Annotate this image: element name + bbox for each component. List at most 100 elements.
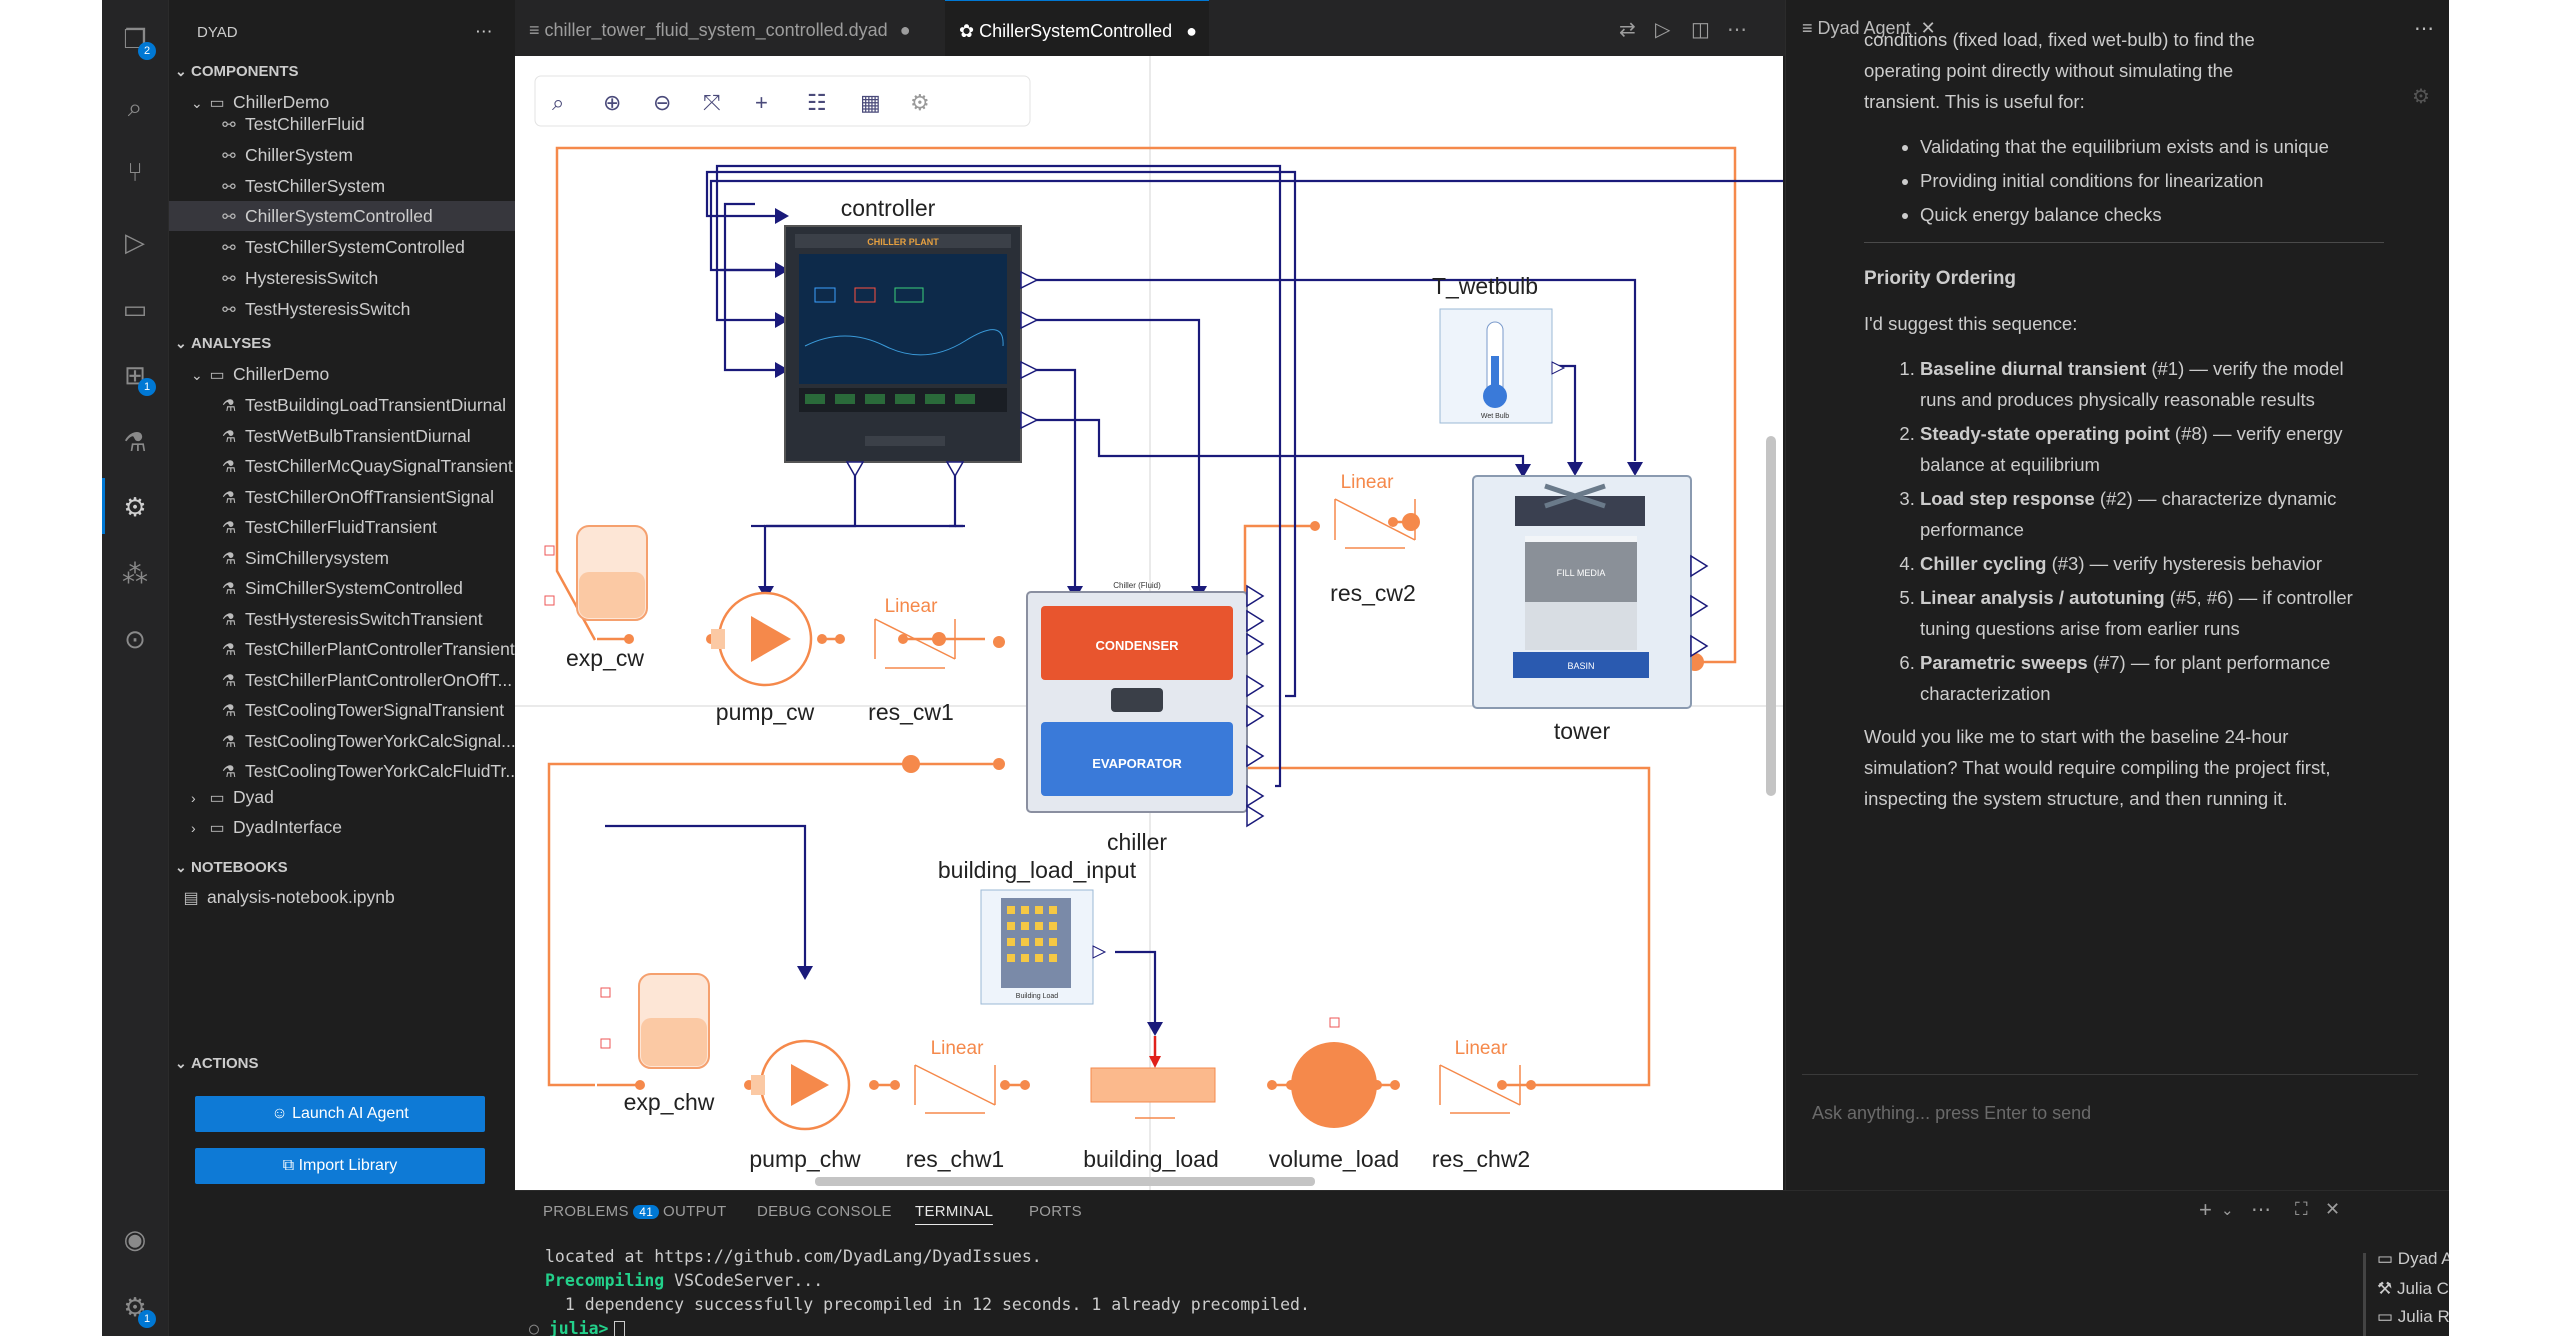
split-editor-icon[interactable]: ◫ — [1677, 0, 1710, 56]
maximize-icon[interactable]: ⛶ — [2295, 1199, 2308, 1220]
account-icon[interactable]: ◉ — [118, 1222, 152, 1256]
res-chw2-block[interactable]: Linear res_chw2 — [1432, 1038, 1530, 1172]
launch-ai-agent-button[interactable]: ☺ Launch AI Agent — [195, 1096, 485, 1132]
terminal-item-dyad[interactable]: ▭ Dyad Auto-C...✓ — [2377, 1249, 2449, 1269]
tree-item-analysis[interactable]: ⚗ TestWetBulbTransientDiurnal — [219, 421, 565, 451]
tree-item-testchillerfluid[interactable]: ⚯ TestChillerFluid — [219, 109, 565, 139]
actions-section-header[interactable]: ⌄ ACTIONS — [175, 1048, 521, 1078]
terminal-prompt-line[interactable]: ○ julia> — [529, 1319, 626, 1336]
add-icon[interactable]: + — [755, 90, 768, 115]
compare-icon[interactable]: ⇄ — [1605, 0, 1636, 56]
tree-item-analysis[interactable]: ⚗ TestCoolingTowerSignalTransient — [219, 695, 565, 725]
list-item: Parametric sweeps (#7) — for plant perfo… — [1920, 647, 2384, 709]
tab-output[interactable]: OUTPUT — [663, 1203, 726, 1220]
controller-block[interactable]: controller CHILLER PLANT — [784, 195, 1039, 478]
diagram-canvas[interactable]: ⌕ ⊕ ⊖ ⤧ + ☷ ▦ ⚙ controller CHILLER PLANT… — [515, 56, 1903, 1190]
terminal-line: 1 dependency successfully precompiled in… — [545, 1295, 1310, 1314]
tree-item-dyadinterface[interactable]: › ▭ DyadInterface — [191, 812, 537, 842]
tab-ports[interactable]: PORTS — [1029, 1203, 1082, 1220]
tab-dyad-file[interactable]: ≡ chiller_tower_fluid_system_controlled.… — [515, 0, 929, 56]
volume-load-block[interactable]: volume_load — [1269, 1017, 1399, 1172]
dyad-icon[interactable]: ⚙ — [118, 490, 152, 524]
source-control-icon[interactable]: ⑂ — [118, 155, 152, 189]
tree-item-testchillersystem[interactable]: ⚯ TestChillerSystem — [219, 171, 565, 201]
t-wetbulb-block[interactable]: T_wetbulb Wet Bulb — [1432, 273, 1566, 424]
tree-item-analysis[interactable]: ⚗ TestHysteresisSwitchTransient — [219, 604, 565, 634]
prompt-marker-icon: ○ — [529, 1319, 549, 1336]
tree-item-analyses-chillerdemo[interactable]: ⌄ ▭ ChillerDemo — [191, 359, 537, 389]
tree-item-hysteresisswitch[interactable]: ⚯ HysteresisSwitch — [219, 263, 565, 293]
chat-input[interactable]: Ask anything... press Enter to send — [1802, 1096, 2418, 1130]
tree-item-analysis[interactable]: ⚗ SimChillerysystem — [219, 543, 565, 573]
analyses-section-header[interactable]: ⌄ ANALYSES — [175, 328, 521, 358]
pump-cw-block[interactable]: pump_cw — [711, 591, 815, 725]
extensions-icon[interactable]: ⊞ 1 — [118, 358, 156, 396]
notebooks-section-header[interactable]: ⌄ NOTEBOOKS — [175, 852, 521, 882]
close-panel-icon[interactable]: ✕ — [2325, 1199, 2340, 1220]
run-icon[interactable]: ▷ — [1641, 0, 1670, 56]
tree-item-analysis[interactable]: ⚗ TestChillerPlantControllerTransient — [219, 634, 565, 664]
tree-item-analysis[interactable]: ⚗ SimChillerSystemControlled — [219, 573, 565, 603]
explorer-icon[interactable]: ❐ 2 — [118, 22, 156, 60]
chat-intro: conditions (fixed load, fixed wet-bulb) … — [1864, 24, 2384, 117]
editor-tabs: ≡ chiller_tower_fluid_system_controlled.… — [515, 0, 1785, 57]
tree-item-analysis[interactable]: ⚗ TestCoolingTowerYorkCalcSignal... — [219, 726, 565, 756]
tab-problems[interactable]: PROBLEMS 41 — [543, 1203, 660, 1220]
tree-item-testhysteresisswitch[interactable]: ⚯ TestHysteresisSwitch — [219, 294, 565, 324]
tree-item-chillersystemcontrolled[interactable]: ⚯ ChillerSystemControlled — [169, 201, 515, 231]
editor-more-icon[interactable]: ⋯ — [1713, 0, 1747, 56]
res-cw1-block[interactable]: Linear res_cw1 — [868, 596, 956, 725]
settings-sliders-icon[interactable]: ☷ — [807, 90, 827, 115]
agent-panel: ≡ Dyad Agent ✕ ⋯ ⚙ conditions (fixed load… — [1785, 0, 2449, 1190]
fit-view-icon[interactable]: ⤧ — [703, 90, 721, 115]
agent-settings-gear-icon[interactable]: ⚙ — [2412, 84, 2430, 109]
terminal-item-julia-repl[interactable]: ▭ Julia REPL (v1.11... — [2377, 1307, 2449, 1327]
tower-block[interactable]: FILL MEDIA BASIN tower — [1472, 475, 1709, 744]
new-terminal-icon[interactable]: + — [2199, 1197, 2212, 1223]
julia-icon[interactable]: ⊙ — [118, 622, 152, 656]
run-debug-icon[interactable]: ▷ — [118, 225, 152, 259]
tree-item-analysis[interactable]: ⚗ TestChillerFluidTransient — [219, 512, 565, 542]
notebook-item[interactable]: ▤ analysis-notebook.ipynb — [181, 882, 527, 912]
agent-more-icon[interactable]: ⋯ — [2414, 16, 2434, 41]
components-icon[interactable]: ⁂ — [118, 557, 152, 591]
building-load-block[interactable]: building_load — [1083, 1067, 1219, 1172]
chiller-block[interactable]: Chiller (Fluid) CONDENSER EVAPORATOR chi… — [1026, 581, 1265, 855]
import-library-button[interactable]: ⧉ Import Library — [195, 1148, 485, 1184]
tree-item-dyad[interactable]: › ▭ Dyad — [191, 782, 537, 812]
horizontal-scrollbar[interactable] — [815, 1177, 1315, 1186]
tree-item-analysis[interactable]: ⚗ TestChillerPlantControllerOnOffT... — [219, 665, 565, 695]
chevron-down-icon[interactable]: ⌄ — [2221, 1201, 2234, 1219]
exp-chw-block[interactable]: exp_chw — [600, 973, 715, 1115]
vertical-scrollbar[interactable] — [1766, 436, 1776, 796]
testing-icon[interactable]: ⚗ — [118, 425, 152, 459]
remote-explorer-icon[interactable]: ▭ — [118, 292, 152, 326]
zoom-out-icon[interactable]: ⊖ — [653, 90, 671, 115]
bug-icon[interactable]: ⚙ — [910, 90, 930, 115]
tab-terminal[interactable]: TERMINAL — [915, 1203, 994, 1225]
tree-item-analysis[interactable]: ⚗ TestChillerOnOffTransientSignal — [219, 482, 565, 512]
layout-icon[interactable]: ▦ — [860, 90, 881, 115]
panel-more-icon[interactable]: ⋯ — [2251, 1197, 2271, 1222]
sidebar-more-icon[interactable]: ⋯ — [475, 16, 505, 46]
search-icon[interactable]: ⌕ — [118, 90, 152, 124]
chevron-down-icon: ⌄ — [175, 335, 187, 351]
res-chw1-block[interactable]: Linear res_chw1 — [906, 1038, 1004, 1172]
zoom-in-icon[interactable]: ⊕ — [603, 90, 621, 115]
terminal-item-label: Julia REPL (v1.11... — [2397, 1307, 2449, 1326]
pump-chw-block[interactable]: pump_chw — [749, 1039, 861, 1172]
exp-cw-block[interactable]: exp_cw — [544, 525, 648, 671]
tree-item-analysis[interactable]: ⚗ TestChillerMcQuaySignalTransient — [219, 451, 565, 481]
components-section-header[interactable]: ⌄ COMPONENTS — [175, 56, 521, 86]
chevron-right-icon: › — [191, 820, 196, 836]
manage-gear-icon[interactable]: ⚙ 1 — [118, 1290, 156, 1328]
building-load-input-block[interactable]: building_load_input Building Load — [938, 857, 1137, 1005]
tree-item-chillersystem[interactable]: ⚯ ChillerSystem — [219, 140, 565, 170]
tab-chillersystemcontrolled[interactable]: ✿ ChillerSystemControlled ● — [945, 0, 1209, 57]
tree-item-analysis[interactable]: ⚗ TestBuildingLoadTransientDiurnal — [219, 390, 565, 420]
terminal-item-julia-commands[interactable]: ⚒ Julia Commands — [2377, 1279, 2449, 1299]
search-icon[interactable]: ⌕ — [552, 90, 564, 115]
tab-debug-console[interactable]: DEBUG CONSOLE — [757, 1203, 892, 1220]
tree-item-testchillersystemcontrolled[interactable]: ⚯ TestChillerSystemControlled — [219, 232, 565, 262]
res-cw2-block[interactable]: Linear res_cw2 — [1330, 472, 1416, 606]
